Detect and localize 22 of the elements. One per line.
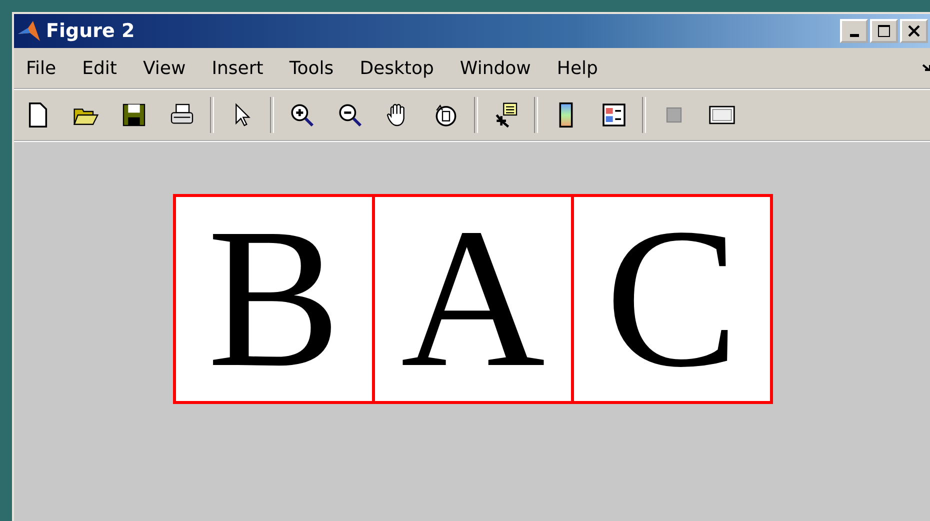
menu-item[interactable]: View (138, 58, 198, 78)
menu-item[interactable]: Tools (285, 58, 346, 78)
letter-image: B (207, 199, 341, 399)
menu-item[interactable]: Edit (78, 58, 129, 78)
letter-image: A (400, 199, 546, 399)
menu-item[interactable]: Desktop (356, 58, 446, 78)
close-icon (907, 24, 921, 38)
zoom-in-icon[interactable] (288, 101, 316, 129)
peak-logo-icon (16, 19, 42, 43)
close-button[interactable] (900, 19, 928, 43)
window-title: Figure 2 (46, 20, 135, 42)
minimize-button[interactable] (840, 19, 868, 43)
menu-item[interactable]: File (22, 58, 68, 78)
minimize-icon (850, 34, 858, 37)
maximize-icon (877, 24, 891, 38)
menu-item[interactable]: Help (552, 58, 610, 78)
zoom-out-icon[interactable] (336, 101, 364, 129)
maximize-button[interactable] (870, 19, 898, 43)
menu-item[interactable]: Window (456, 58, 543, 78)
menu-item[interactable]: Insert (208, 58, 276, 78)
legend-icon[interactable] (600, 101, 628, 129)
letter-image: C (605, 199, 739, 399)
